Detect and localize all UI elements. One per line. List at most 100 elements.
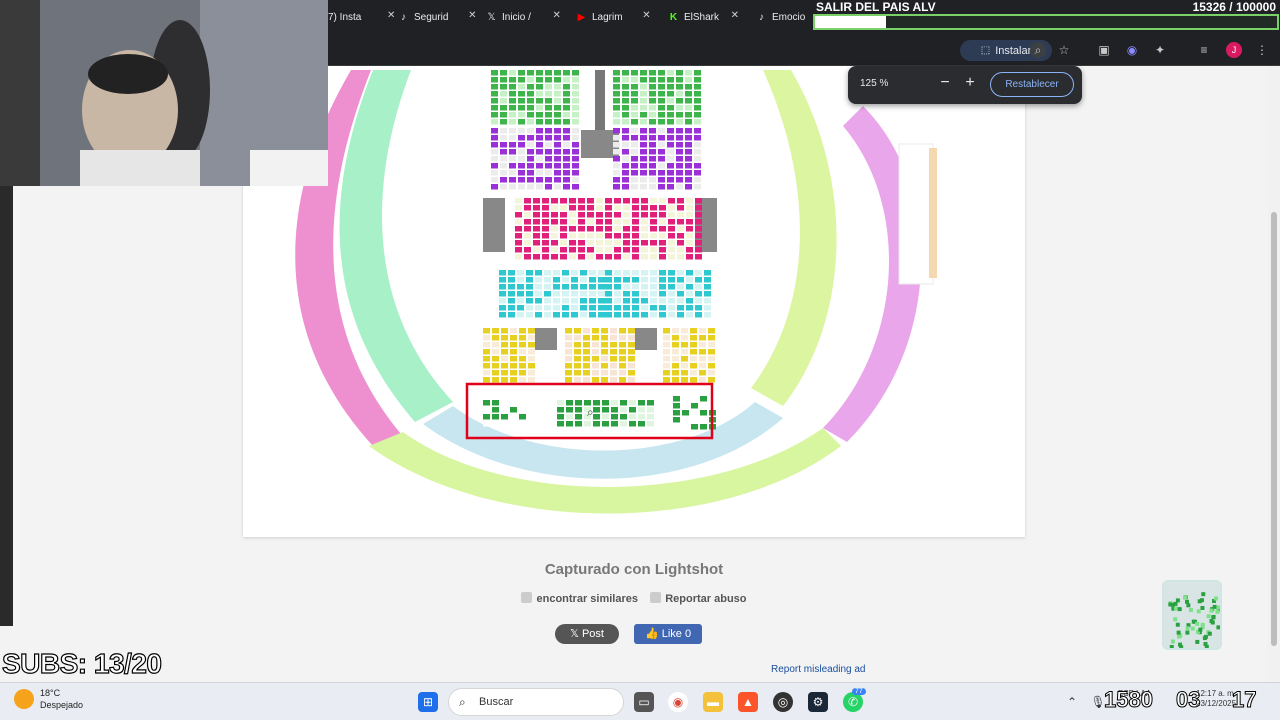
media-control-icon[interactable]: ≡ [1196, 42, 1212, 58]
seat [613, 112, 620, 118]
tab-x-inicio[interactable]: 𝕏 Inicio / ✕ [486, 8, 560, 26]
seat [628, 342, 635, 348]
close-tab-icon[interactable]: ✕ [387, 10, 395, 21]
seat [667, 135, 674, 141]
steam-icon[interactable]: ⚙ [808, 692, 828, 712]
tab-tiktok-emociones[interactable]: ♪ Emocio [756, 8, 805, 26]
report-abuse-link[interactable]: Reportar abuso [665, 593, 746, 605]
seat [499, 298, 506, 304]
extension-icon[interactable]: ◉ [1124, 42, 1140, 58]
seat [677, 312, 684, 318]
task-view-icon[interactable]: ▭ [634, 692, 654, 712]
seat [667, 170, 674, 176]
taskbar-search[interactable]: ⌕ Buscar [448, 688, 624, 716]
pillar-small-right [635, 328, 657, 350]
find-similar-link[interactable]: encontrar similares [536, 593, 638, 605]
seat [528, 335, 535, 341]
tab-instagram[interactable]: 7) Insta ✕ [328, 8, 395, 26]
seat [694, 156, 701, 162]
extension-icon[interactable]: ▣ [1096, 42, 1112, 58]
close-tab-icon[interactable]: ✕ [468, 10, 476, 21]
seat [569, 212, 576, 218]
tray-chevron-icon[interactable]: ⌃ [1062, 692, 1082, 712]
seat [673, 417, 680, 423]
zoom-out-button[interactable]: − [936, 74, 954, 92]
seat [535, 284, 542, 290]
seat [686, 305, 693, 311]
seat [583, 342, 590, 348]
seat [535, 312, 542, 318]
zoom-reset-button[interactable]: Restablecer [990, 72, 1074, 97]
seat [509, 91, 516, 97]
seat [571, 270, 578, 276]
seat [631, 98, 638, 104]
bookmark-star-icon[interactable]: ☆ [1056, 42, 1072, 58]
page-scrollbar[interactable] [1268, 66, 1280, 682]
seat [659, 212, 666, 218]
windows-start-icon[interactable]: ⊞ [418, 692, 438, 712]
seat [562, 298, 569, 304]
seat [681, 349, 688, 355]
seat [510, 328, 517, 334]
seat [587, 240, 594, 246]
seat [554, 70, 561, 76]
menu-kebab-icon[interactable]: ⋮ [1254, 42, 1270, 58]
zoom-in-button[interactable]: + [961, 74, 979, 92]
seat [544, 312, 551, 318]
seat [519, 400, 526, 406]
whatsapp-icon[interactable]: ✆ [843, 692, 863, 712]
seat [580, 284, 587, 290]
extensions-puzzle-icon[interactable]: ✦ [1152, 42, 1168, 58]
close-tab-icon[interactable]: ✕ [642, 10, 650, 21]
close-tab-icon[interactable]: ✕ [731, 10, 739, 21]
jar-token [1184, 599, 1189, 604]
tab-kick-elshark[interactable]: K ElShark ✕ [668, 8, 739, 26]
seat [699, 328, 706, 334]
brave-icon[interactable]: ▲ [738, 692, 758, 712]
seat [610, 328, 617, 334]
jar-token [1204, 644, 1209, 648]
seat [667, 70, 674, 76]
profile-avatar[interactable]: J [1226, 42, 1242, 58]
scrollbar-thumb[interactable] [1271, 212, 1277, 646]
seat [554, 163, 561, 169]
seat [528, 377, 535, 383]
zoom-icon[interactable]: ⌕ [1030, 42, 1046, 58]
seat [569, 247, 576, 253]
seat [536, 84, 543, 90]
seat [500, 119, 507, 125]
report-ad-link[interactable]: Report misleading ad [771, 664, 866, 675]
tab-tiktok-seguridad[interactable]: ♪ Segurid ✕ [398, 8, 476, 26]
seat [536, 128, 543, 134]
seat [632, 198, 639, 204]
facebook-like-button[interactable]: 👍 Like 0 [634, 624, 702, 644]
clock[interactable]: 12:17 a. m. 23/12/2025 [1196, 689, 1236, 709]
seat [562, 305, 569, 311]
jar-token [1179, 645, 1184, 648]
chrome-icon[interactable]: ◉ [668, 692, 688, 712]
weather-widget[interactable]: 18°C Despejado [14, 687, 83, 711]
seat [694, 105, 701, 111]
seat [659, 254, 666, 260]
seat [501, 363, 508, 369]
seat [672, 370, 679, 376]
seat [610, 335, 617, 341]
seat [593, 421, 600, 427]
seat [658, 119, 665, 125]
seat [572, 128, 579, 134]
close-tab-icon[interactable]: ✕ [553, 10, 561, 21]
seat [650, 212, 657, 218]
seat [483, 335, 490, 341]
x-post-button[interactable]: 𝕏 Post [555, 624, 619, 644]
seat [587, 254, 594, 260]
seat [518, 70, 525, 76]
obs-icon[interactable]: ◎ [773, 692, 793, 712]
seat [536, 135, 543, 141]
seat [551, 212, 558, 218]
seat [694, 170, 701, 176]
file-explorer-icon[interactable]: ▬ [703, 692, 723, 712]
seat [611, 421, 618, 427]
tab-youtube-lagrimas[interactable]: ▶ Lagrim ✕ [576, 8, 651, 26]
seat [667, 91, 674, 97]
seat [640, 177, 647, 183]
